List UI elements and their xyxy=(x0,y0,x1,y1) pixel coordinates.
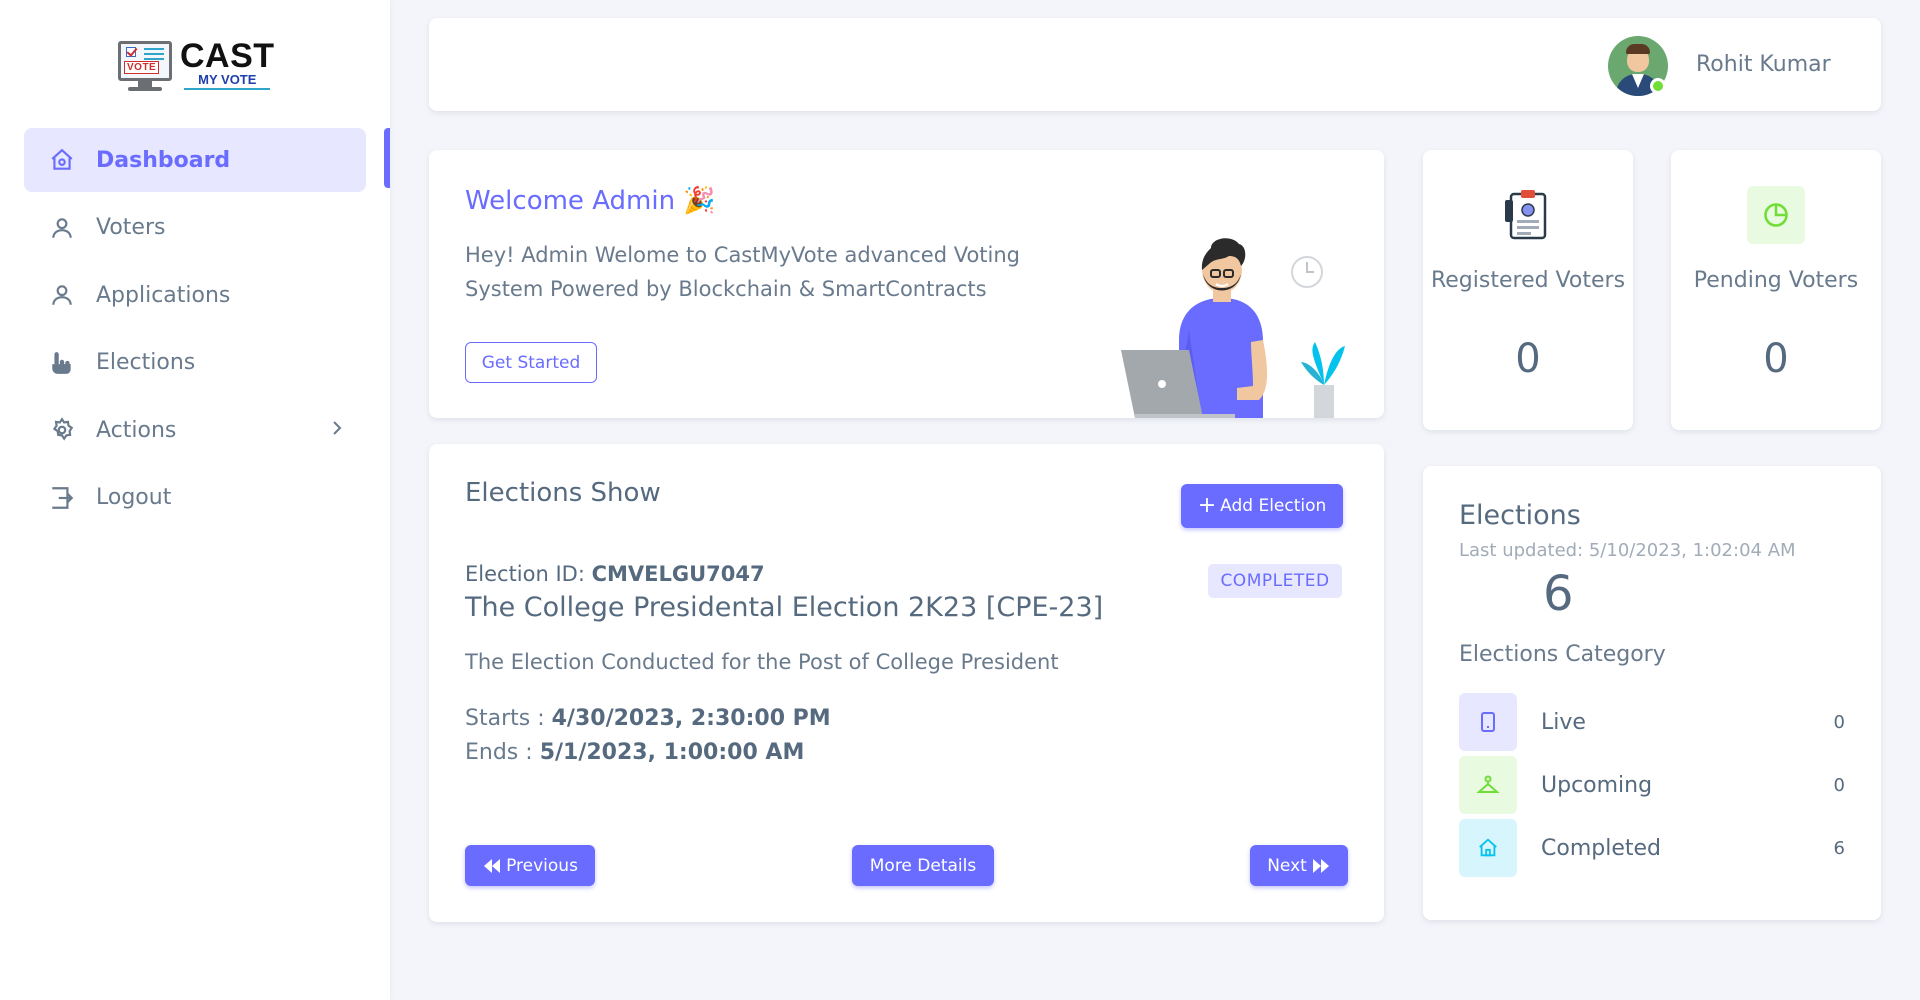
top-navbar: Rohit Kumar xyxy=(429,18,1881,111)
election-name: The College Presidental Election 2K23 [C… xyxy=(465,592,1104,623)
user-icon xyxy=(48,281,76,309)
card-title: Elections Show xyxy=(465,478,661,508)
more-details-button[interactable]: More Details xyxy=(852,845,994,886)
sidebar-item-actions[interactable]: Actions xyxy=(24,398,366,462)
category-label: Upcoming xyxy=(1541,772,1653,798)
hand-pointer-icon xyxy=(48,349,76,377)
category-count: 0 xyxy=(1833,774,1845,796)
logo[interactable]: VOTE CAST MY VOTE xyxy=(116,32,286,98)
sidebar-item-dashboard[interactable]: Dashboard xyxy=(24,128,366,192)
welcome-text: Hey! Admin Welome to CastMyVote advanced… xyxy=(465,243,1021,301)
hanger-icon xyxy=(1459,756,1517,814)
sidebar-menu: Dashboard Voters Applications Elections … xyxy=(24,128,366,533)
plus-icon: + xyxy=(1197,493,1217,518)
election-start: Starts : 4/30/2023, 2:30:00 PM xyxy=(465,706,831,731)
sidebar-item-label: Dashboard xyxy=(96,147,231,173)
category-row-upcoming[interactable]: Upcoming 0 xyxy=(1459,756,1845,814)
category-row-completed[interactable]: Completed 6 xyxy=(1459,819,1845,877)
previous-button[interactable]: Previous xyxy=(465,845,595,886)
next-button[interactable]: Next xyxy=(1250,845,1348,886)
stat-value: 0 xyxy=(1515,336,1541,382)
stat-label: Registered Voters xyxy=(1430,268,1626,293)
user-icon xyxy=(48,214,76,242)
election-id: Election ID: CMVELGU7047 xyxy=(465,562,765,586)
add-election-button[interactable]: + Add Election xyxy=(1181,484,1343,528)
logo-myvote-text: MY VOTE xyxy=(184,72,271,90)
election-end: Ends : 5/1/2023, 1:00:00 AM xyxy=(465,740,805,765)
sidebar-item-label: Voters xyxy=(96,215,166,240)
sidebar-item-label: Applications xyxy=(96,282,231,308)
man-with-laptop-illustration xyxy=(1121,238,1345,418)
online-status-dot xyxy=(1650,78,1666,94)
gear-icon xyxy=(48,416,76,444)
chevron-right-icon xyxy=(330,418,344,444)
sidebar-item-elections[interactable]: Elections xyxy=(24,331,366,395)
user-name[interactable]: Rohit Kumar xyxy=(1696,52,1831,77)
category-count: 6 xyxy=(1833,837,1845,859)
category-title: Elections Category xyxy=(1459,642,1666,667)
welcome-title: Welcome Admin 🎉 xyxy=(465,186,716,216)
home-icon xyxy=(1459,819,1517,877)
card-title: Elections xyxy=(1459,500,1581,531)
pie-chart-icon xyxy=(1747,186,1805,244)
get-started-button[interactable]: Get Started xyxy=(465,342,597,383)
sidebar-item-label: Logout xyxy=(96,485,172,510)
category-label: Completed xyxy=(1541,835,1661,861)
active-indicator xyxy=(384,128,390,188)
sidebar-item-applications[interactable]: Applications xyxy=(24,263,366,327)
logout-icon xyxy=(48,484,76,512)
home-icon xyxy=(48,146,76,174)
clipboard-icon xyxy=(1505,190,1547,240)
stat-label: Pending Voters xyxy=(1693,268,1859,293)
election-description: The Election Conducted for the Post of C… xyxy=(465,650,1059,674)
elections-count: 6 xyxy=(1543,566,1574,622)
elections-show-card: Elections Show + Add Election Election I… xyxy=(429,444,1384,922)
monitor-icon: VOTE xyxy=(116,39,174,91)
category-row-live[interactable]: Live 0 xyxy=(1459,693,1845,751)
last-updated: Last updated: 5/10/2023, 1:02:04 AM xyxy=(1459,540,1796,561)
stat-value: 0 xyxy=(1763,336,1789,382)
party-popper-icon: 🎉 xyxy=(683,186,716,216)
registered-voters-card: Registered Voters 0 xyxy=(1423,150,1633,430)
category-label: Live xyxy=(1541,709,1586,735)
welcome-card: Welcome Admin 🎉 Hey! Admin Welome to Cas… xyxy=(429,150,1384,418)
elections-summary-card: Elections Last updated: 5/10/2023, 1:02:… xyxy=(1423,466,1881,920)
mobile-icon xyxy=(1459,693,1517,751)
logo-cast-text: CAST xyxy=(180,37,275,75)
sidebar: VOTE CAST MY VOTE Dashboard Voters Appli xyxy=(0,0,390,1000)
category-count: 0 xyxy=(1833,711,1845,733)
pending-voters-card: Pending Voters 0 xyxy=(1671,150,1881,430)
sidebar-item-voters[interactable]: Voters xyxy=(24,196,366,260)
double-chevron-left-icon xyxy=(484,858,501,873)
sidebar-item-label: Elections xyxy=(96,350,196,375)
sidebar-item-label: Actions xyxy=(96,417,177,443)
sidebar-item-logout[interactable]: Logout xyxy=(24,466,366,530)
double-chevron-right-icon xyxy=(1312,858,1329,873)
status-badge: COMPLETED xyxy=(1208,564,1342,598)
